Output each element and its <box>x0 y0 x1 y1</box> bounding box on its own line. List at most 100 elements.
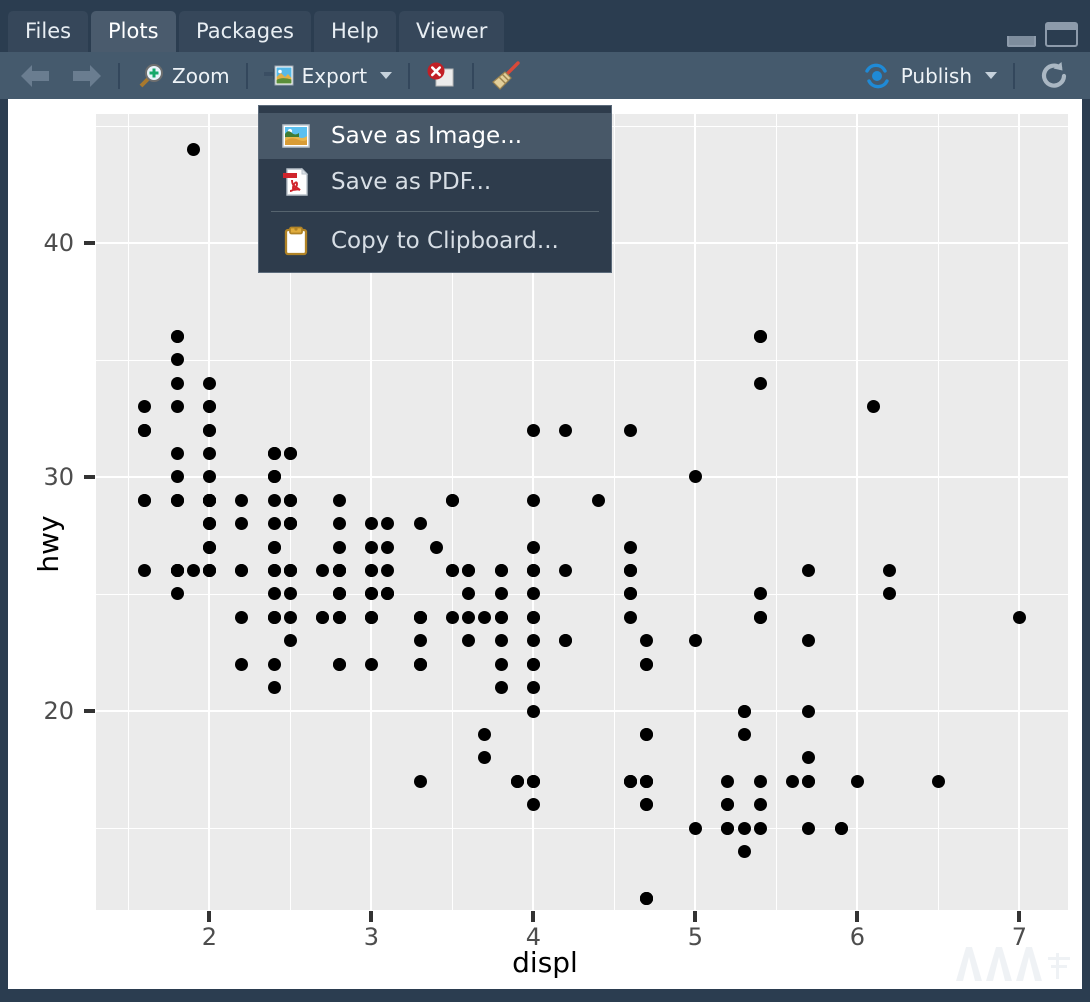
data-point <box>802 774 816 788</box>
data-point <box>235 517 249 531</box>
data-point <box>494 587 508 601</box>
data-point <box>202 540 216 554</box>
data-point <box>640 891 654 905</box>
menu-item-save-as-pdf[interactable]: Save as PDF... <box>259 159 611 205</box>
image-icon <box>281 121 311 151</box>
data-point <box>364 540 378 554</box>
data-point <box>316 610 330 624</box>
window-controls <box>1007 22 1078 47</box>
x-gridline-major <box>856 114 859 910</box>
data-point <box>283 493 297 507</box>
data-point <box>186 564 200 578</box>
data-point <box>332 517 346 531</box>
data-point <box>267 564 281 578</box>
x-tick-label: 5 <box>687 923 704 951</box>
data-point <box>445 564 459 578</box>
data-point <box>332 493 346 507</box>
data-point <box>931 774 945 788</box>
data-point <box>462 564 476 578</box>
data-point <box>478 751 492 765</box>
data-point <box>478 610 492 624</box>
data-point <box>413 657 427 671</box>
data-point <box>462 587 476 601</box>
data-point <box>1012 610 1026 624</box>
tab-label: Files <box>25 19 72 43</box>
zoom-icon <box>136 62 164 90</box>
data-point <box>202 517 216 531</box>
data-point <box>332 540 346 554</box>
data-point <box>283 634 297 648</box>
data-point <box>526 493 540 507</box>
export-button[interactable]: Export <box>255 52 401 99</box>
y-tick-label: 40 <box>43 228 74 257</box>
data-point <box>170 470 184 484</box>
back-button[interactable] <box>16 61 54 91</box>
zoom-button[interactable]: Zoom <box>127 52 239 99</box>
data-point <box>267 657 281 671</box>
data-point <box>640 798 654 812</box>
data-point <box>640 727 654 741</box>
plots-toolbar: Zoom Export Publish <box>0 52 1090 99</box>
data-point <box>591 493 605 507</box>
x-tick-label: 7 <box>1011 923 1028 951</box>
clear-all-plots-button[interactable] <box>481 52 531 99</box>
data-point <box>526 564 540 578</box>
data-point <box>267 540 281 554</box>
toolbar-separator-5 <box>1013 62 1015 89</box>
data-point <box>559 564 573 578</box>
menu-item-copy-to-clipboard[interactable]: Copy to Clipboard... <box>259 218 611 264</box>
data-point <box>381 564 395 578</box>
x-tick-mark <box>693 911 698 922</box>
data-point <box>494 634 508 648</box>
tab-viewer[interactable]: Viewer <box>399 11 505 52</box>
tab-files[interactable]: Files <box>8 11 89 52</box>
minimize-button[interactable] <box>1007 36 1036 47</box>
data-point <box>170 376 184 390</box>
data-point <box>624 610 638 624</box>
x-tick-mark <box>531 911 536 922</box>
refresh-button[interactable] <box>1029 52 1084 99</box>
data-point <box>721 821 735 835</box>
data-point <box>753 610 767 624</box>
publish-chevron-down-icon[interactable] <box>985 72 997 79</box>
toolbar-separator-1 <box>118 62 120 89</box>
x-tick-label: 4 <box>525 923 542 951</box>
menu-item-label: Save as Image... <box>331 123 523 149</box>
data-point <box>753 798 767 812</box>
data-point <box>170 329 184 343</box>
data-point <box>267 493 281 507</box>
data-point <box>624 540 638 554</box>
data-point <box>332 587 346 601</box>
data-point <box>494 681 508 695</box>
maximize-button[interactable] <box>1045 22 1078 47</box>
data-point <box>737 844 751 858</box>
data-point <box>202 400 216 414</box>
data-point <box>332 657 346 671</box>
data-point <box>267 517 281 531</box>
data-point <box>138 564 152 578</box>
publish-button[interactable]: Publish <box>854 52 1006 99</box>
data-point <box>413 610 427 624</box>
x-tick-label: 2 <box>201 923 218 951</box>
x-gridline-minor <box>128 114 130 910</box>
data-point <box>413 774 427 788</box>
tab-packages[interactable]: Packages <box>179 11 311 52</box>
chevron-down-icon[interactable] <box>380 72 393 79</box>
tab-plots[interactable]: Plots <box>91 11 176 52</box>
data-point <box>202 564 216 578</box>
remove-plot-button[interactable] <box>417 52 465 99</box>
menu-separator <box>271 211 599 212</box>
data-point <box>494 657 508 671</box>
menu-item-save-as-image[interactable]: Save as Image... <box>259 113 611 159</box>
tab-help[interactable]: Help <box>314 11 396 52</box>
data-point <box>267 587 281 601</box>
data-point <box>526 704 540 718</box>
forward-button[interactable] <box>68 61 106 91</box>
publish-icon <box>863 63 893 89</box>
data-point <box>170 587 184 601</box>
data-point <box>445 493 459 507</box>
data-point <box>624 587 638 601</box>
y-tick-mark <box>84 474 95 479</box>
data-point <box>267 681 281 695</box>
x-gridline-major <box>1018 114 1021 910</box>
